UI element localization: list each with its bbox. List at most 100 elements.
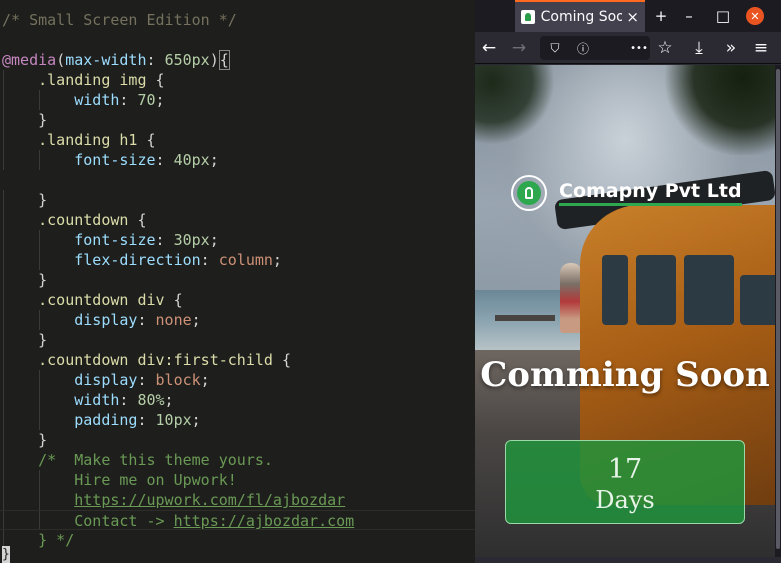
code-line[interactable]: Hire me on Upwork! (0, 470, 475, 490)
code-token: https://upwork.com/fl/ajbozdar (74, 491, 346, 509)
code-line[interactable]: .countdown { (0, 210, 475, 230)
indent-guide (3, 430, 4, 450)
scroll-thumb[interactable] (776, 69, 780, 549)
countdown-unit: Days (595, 486, 655, 514)
code-line[interactable]: } (0, 270, 475, 290)
tab-close-icon[interactable]: × (626, 8, 639, 26)
overflow-menu-icon[interactable]: » (719, 32, 743, 64)
back-icon[interactable]: ← (477, 32, 501, 64)
code-token: : (119, 391, 138, 409)
code-line[interactable]: width: 80%; (0, 390, 475, 410)
code-text: .landing img { (38, 70, 164, 90)
person-walking (560, 263, 582, 333)
van-window (740, 275, 775, 325)
url-bar[interactable]: ⛉ ⓘ ••• (540, 36, 650, 60)
code-line[interactable]: } (0, 190, 475, 210)
code-text: @media(max-width: 650px){ (2, 50, 230, 70)
page-viewport[interactable]: Comapny Pvt Ltd Comming Soon 17 Days (475, 65, 775, 557)
code-editor[interactable]: /* Small Screen Edition */ @media(max-wid… (0, 0, 475, 563)
code-text: } (38, 110, 47, 130)
code-token: : (146, 51, 165, 69)
code-token: { (137, 211, 147, 229)
code-line[interactable]: width: 70; (0, 90, 475, 110)
indent-guide (3, 290, 4, 310)
code-line[interactable]: .countdown div { (0, 290, 475, 310)
code-token: ; (164, 391, 174, 409)
code-token: } (38, 111, 48, 129)
page-scrollbar[interactable] (775, 65, 781, 557)
text-cursor: } (2, 546, 10, 563)
code-line[interactable]: font-size: 40px; (0, 150, 475, 170)
hamburger-menu-icon[interactable]: ≡ (749, 32, 773, 64)
code-token: 80% (137, 391, 165, 409)
code-token: flex-direction (74, 251, 201, 269)
indent-guide (3, 230, 4, 250)
indent-guide (3, 130, 4, 150)
code-line[interactable]: font-size: 30px; (0, 230, 475, 250)
forward-icon[interactable]: → (507, 32, 531, 64)
code-text: Contact -> https://ajbozdar.com (74, 511, 354, 531)
code-token: .countdown div (38, 291, 174, 309)
indent-guide (39, 310, 41, 330)
browser-tab[interactable]: Coming Soon × (515, 0, 645, 32)
code-text: display: none; (74, 310, 200, 330)
maximize-button[interactable]: □ (709, 0, 737, 32)
favicon-icon (521, 10, 535, 24)
code-line[interactable]: /* Make this theme yours. (0, 450, 475, 470)
code-line[interactable]: } */ (0, 530, 475, 550)
navigation-toolbar: ← → ⛉ ⓘ ••• ☆ ⤓ » ≡ (475, 32, 781, 64)
code-line[interactable]: padding: 10px; (0, 410, 475, 430)
window-close-button[interactable]: ✕ (746, 7, 764, 25)
new-tab-button[interactable]: + (647, 0, 675, 32)
code-text: /* Make this theme yours. (38, 450, 273, 470)
code-token: 30px (173, 231, 210, 249)
page-actions-icon[interactable]: ••• (628, 36, 650, 60)
indent-guide (3, 90, 4, 110)
code-token: ; (209, 231, 219, 249)
code-line[interactable]: .landing img { (0, 70, 475, 90)
code-line[interactable]: Contact -> https://ajbozdar.com (0, 510, 475, 530)
code-line[interactable]: } (0, 110, 475, 130)
code-line[interactable]: } (0, 330, 475, 350)
indent-guide (3, 511, 4, 529)
indent-guide (39, 370, 41, 390)
downloads-icon[interactable]: ⤓ (687, 32, 711, 64)
brand[interactable]: Comapny Pvt Ltd (511, 175, 742, 211)
code-line[interactable]: display: block; (0, 370, 475, 390)
indent-guide (3, 210, 4, 230)
code-line[interactable]: flex-direction: column; (0, 250, 475, 270)
code-line[interactable]: https://upwork.com/fl/ajbozdar (0, 490, 475, 510)
code-line[interactable]: @media(max-width: 650px){ (0, 50, 475, 70)
code-text: .countdown { (38, 210, 146, 230)
indent-guide (3, 310, 4, 330)
code-token: ; (272, 251, 282, 269)
code-text: } */ (38, 530, 74, 550)
minimize-button[interactable]: – (675, 0, 703, 32)
code-line[interactable]: .countdown div:first-child { (0, 350, 475, 370)
code-token: ; (200, 371, 210, 389)
code-line[interactable]: .landing h1 { (0, 130, 475, 150)
indent-guide (3, 490, 4, 510)
bench (495, 315, 555, 321)
code-line[interactable]: } (0, 430, 475, 450)
code-token: } (38, 431, 48, 449)
code-token: block (155, 371, 201, 389)
indent-guide (39, 490, 41, 510)
coming-soon-heading: Comming Soon (480, 355, 770, 395)
code-token: } (38, 331, 48, 349)
code-token: { (146, 131, 156, 149)
code-line[interactable] (0, 30, 475, 50)
code-token: font-size (74, 151, 156, 169)
code-line[interactable]: display: none; (0, 310, 475, 330)
indent-guide (39, 511, 41, 529)
code-token: display (74, 311, 138, 329)
bookmark-star-icon[interactable]: ☆ (653, 32, 677, 64)
site-info-icon[interactable]: ⓘ (574, 36, 592, 60)
code-token: https://ajbozdar.com (173, 512, 355, 530)
code-line[interactable] (0, 170, 475, 190)
code-token: padding (74, 411, 138, 429)
tracking-shield-icon[interactable]: ⛉ (546, 36, 564, 60)
code-token: display (74, 371, 138, 389)
code-line[interactable]: /* Small Screen Edition */ (0, 10, 475, 30)
code-token: width (74, 91, 120, 109)
